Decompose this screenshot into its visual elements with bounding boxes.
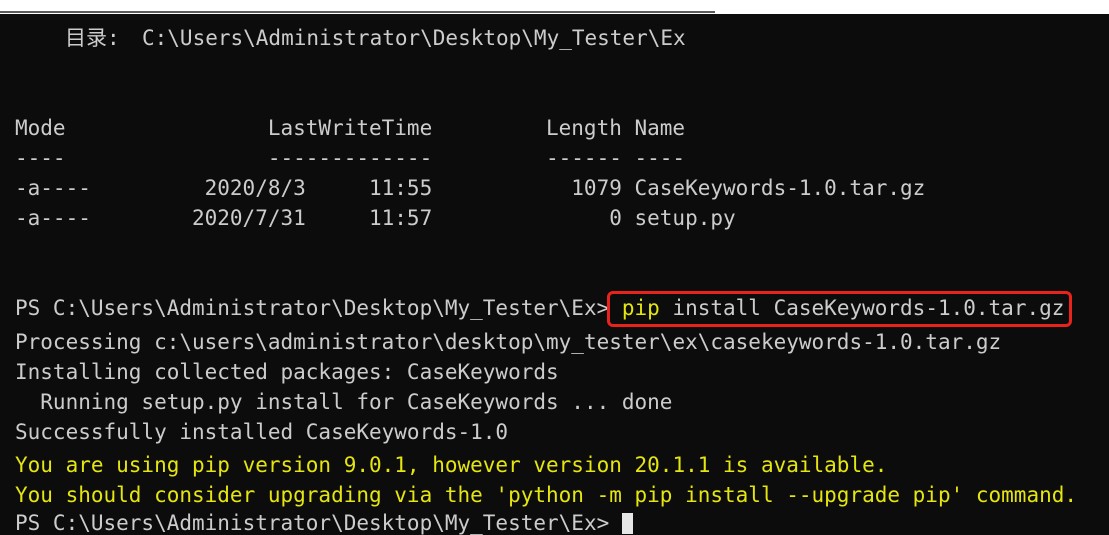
window-top-border bbox=[0, 11, 715, 13]
warning-line: You are using pip version 9.0.1, however… bbox=[15, 453, 888, 477]
prompt-path: PS C:\Users\Administrator\Desktop\My_Tes… bbox=[15, 296, 610, 320]
cell-time: 11:57 bbox=[369, 206, 433, 230]
separator-mode: ---- bbox=[15, 146, 66, 170]
prompt-path: PS C:\Users\Administrator\Desktop\My_Tes… bbox=[15, 511, 610, 535]
directory-label: 目录: bbox=[65, 26, 120, 50]
window-top-edge bbox=[0, 0, 1109, 14]
output-line: Installing collected packages: CaseKeywo… bbox=[15, 360, 559, 384]
cell-date: 2020/8/3 bbox=[204, 176, 306, 200]
column-header-length: Length bbox=[546, 116, 622, 140]
warning-line: You should consider upgrading via the 'p… bbox=[15, 483, 1078, 507]
output-line: Running setup.py install for CaseKeyword… bbox=[15, 390, 673, 414]
listing-separator: ---- ------------- ------ ---- bbox=[15, 146, 1095, 170]
column-header-lastwritetime: LastWriteTime bbox=[267, 116, 433, 140]
cell-name: setup.py bbox=[634, 206, 736, 230]
table-row: -a---- 2020/8/3 11:55 1079 CaseKeywords-… bbox=[15, 176, 1095, 200]
cell-mode: -a---- bbox=[15, 176, 91, 200]
column-header-name: Name bbox=[634, 116, 686, 140]
directory-path: C:\Users\Administrator\Desktop\My_Tester… bbox=[142, 26, 686, 50]
separator-name: ---- bbox=[634, 146, 686, 170]
listing-header: Mode LastWriteTime Length Name bbox=[15, 116, 1095, 140]
table-row: -a---- 2020/7/31 11:57 0 setup.py bbox=[15, 206, 1095, 230]
terminal[interactable]: 目录: C:\Users\Administrator\Desktop\My_Te… bbox=[0, 14, 1109, 535]
command-name: pip bbox=[621, 296, 660, 320]
separator-lastwritetime: ------------- bbox=[267, 146, 433, 170]
current-prompt-line[interactable]: PS C:\Users\Administrator\Desktop\My_Tes… bbox=[15, 511, 634, 535]
column-header-mode: Mode bbox=[15, 116, 66, 140]
cell-mode: -a---- bbox=[15, 206, 91, 230]
output-line: Processing c:\users\administrator\deskto… bbox=[15, 330, 1002, 354]
command-arguments: install CaseKeywords-1.0.tar.gz bbox=[672, 296, 1065, 320]
cell-length: 1079 bbox=[571, 176, 622, 200]
output-line: Successfully installed CaseKeywords-1.0 bbox=[15, 420, 509, 444]
cell-time: 11:55 bbox=[369, 176, 433, 200]
cell-length: 0 bbox=[609, 206, 622, 230]
separator-length: ------ bbox=[546, 146, 622, 170]
directory-line: 目录: C:\Users\Administrator\Desktop\My_Te… bbox=[0, 26, 1109, 50]
command-line: PS C:\Users\Administrator\Desktop\My_Tes… bbox=[15, 296, 1064, 320]
cell-date: 2020/7/31 bbox=[191, 206, 306, 230]
cell-name: CaseKeywords-1.0.tar.gz bbox=[634, 176, 926, 200]
text-cursor bbox=[621, 512, 634, 534]
